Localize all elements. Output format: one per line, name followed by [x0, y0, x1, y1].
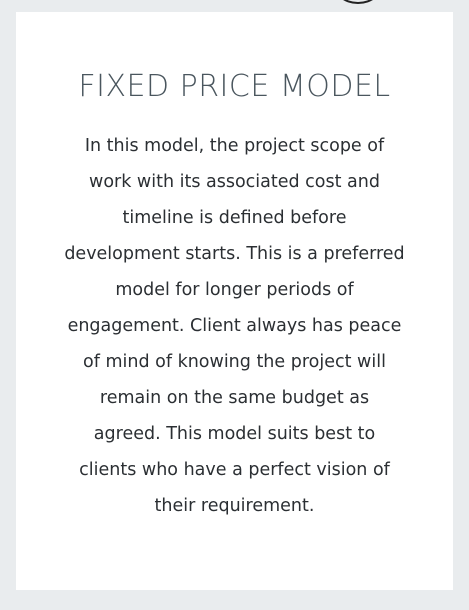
card-description: In this model, the project scope of work… [64, 136, 405, 516]
pricing-model-card: FIXED PRICE MODEL In this model, the pro… [16, 12, 453, 590]
card-title: FIXED PRICE MODEL [78, 69, 391, 104]
circle-decoration-icon [332, 0, 384, 4]
